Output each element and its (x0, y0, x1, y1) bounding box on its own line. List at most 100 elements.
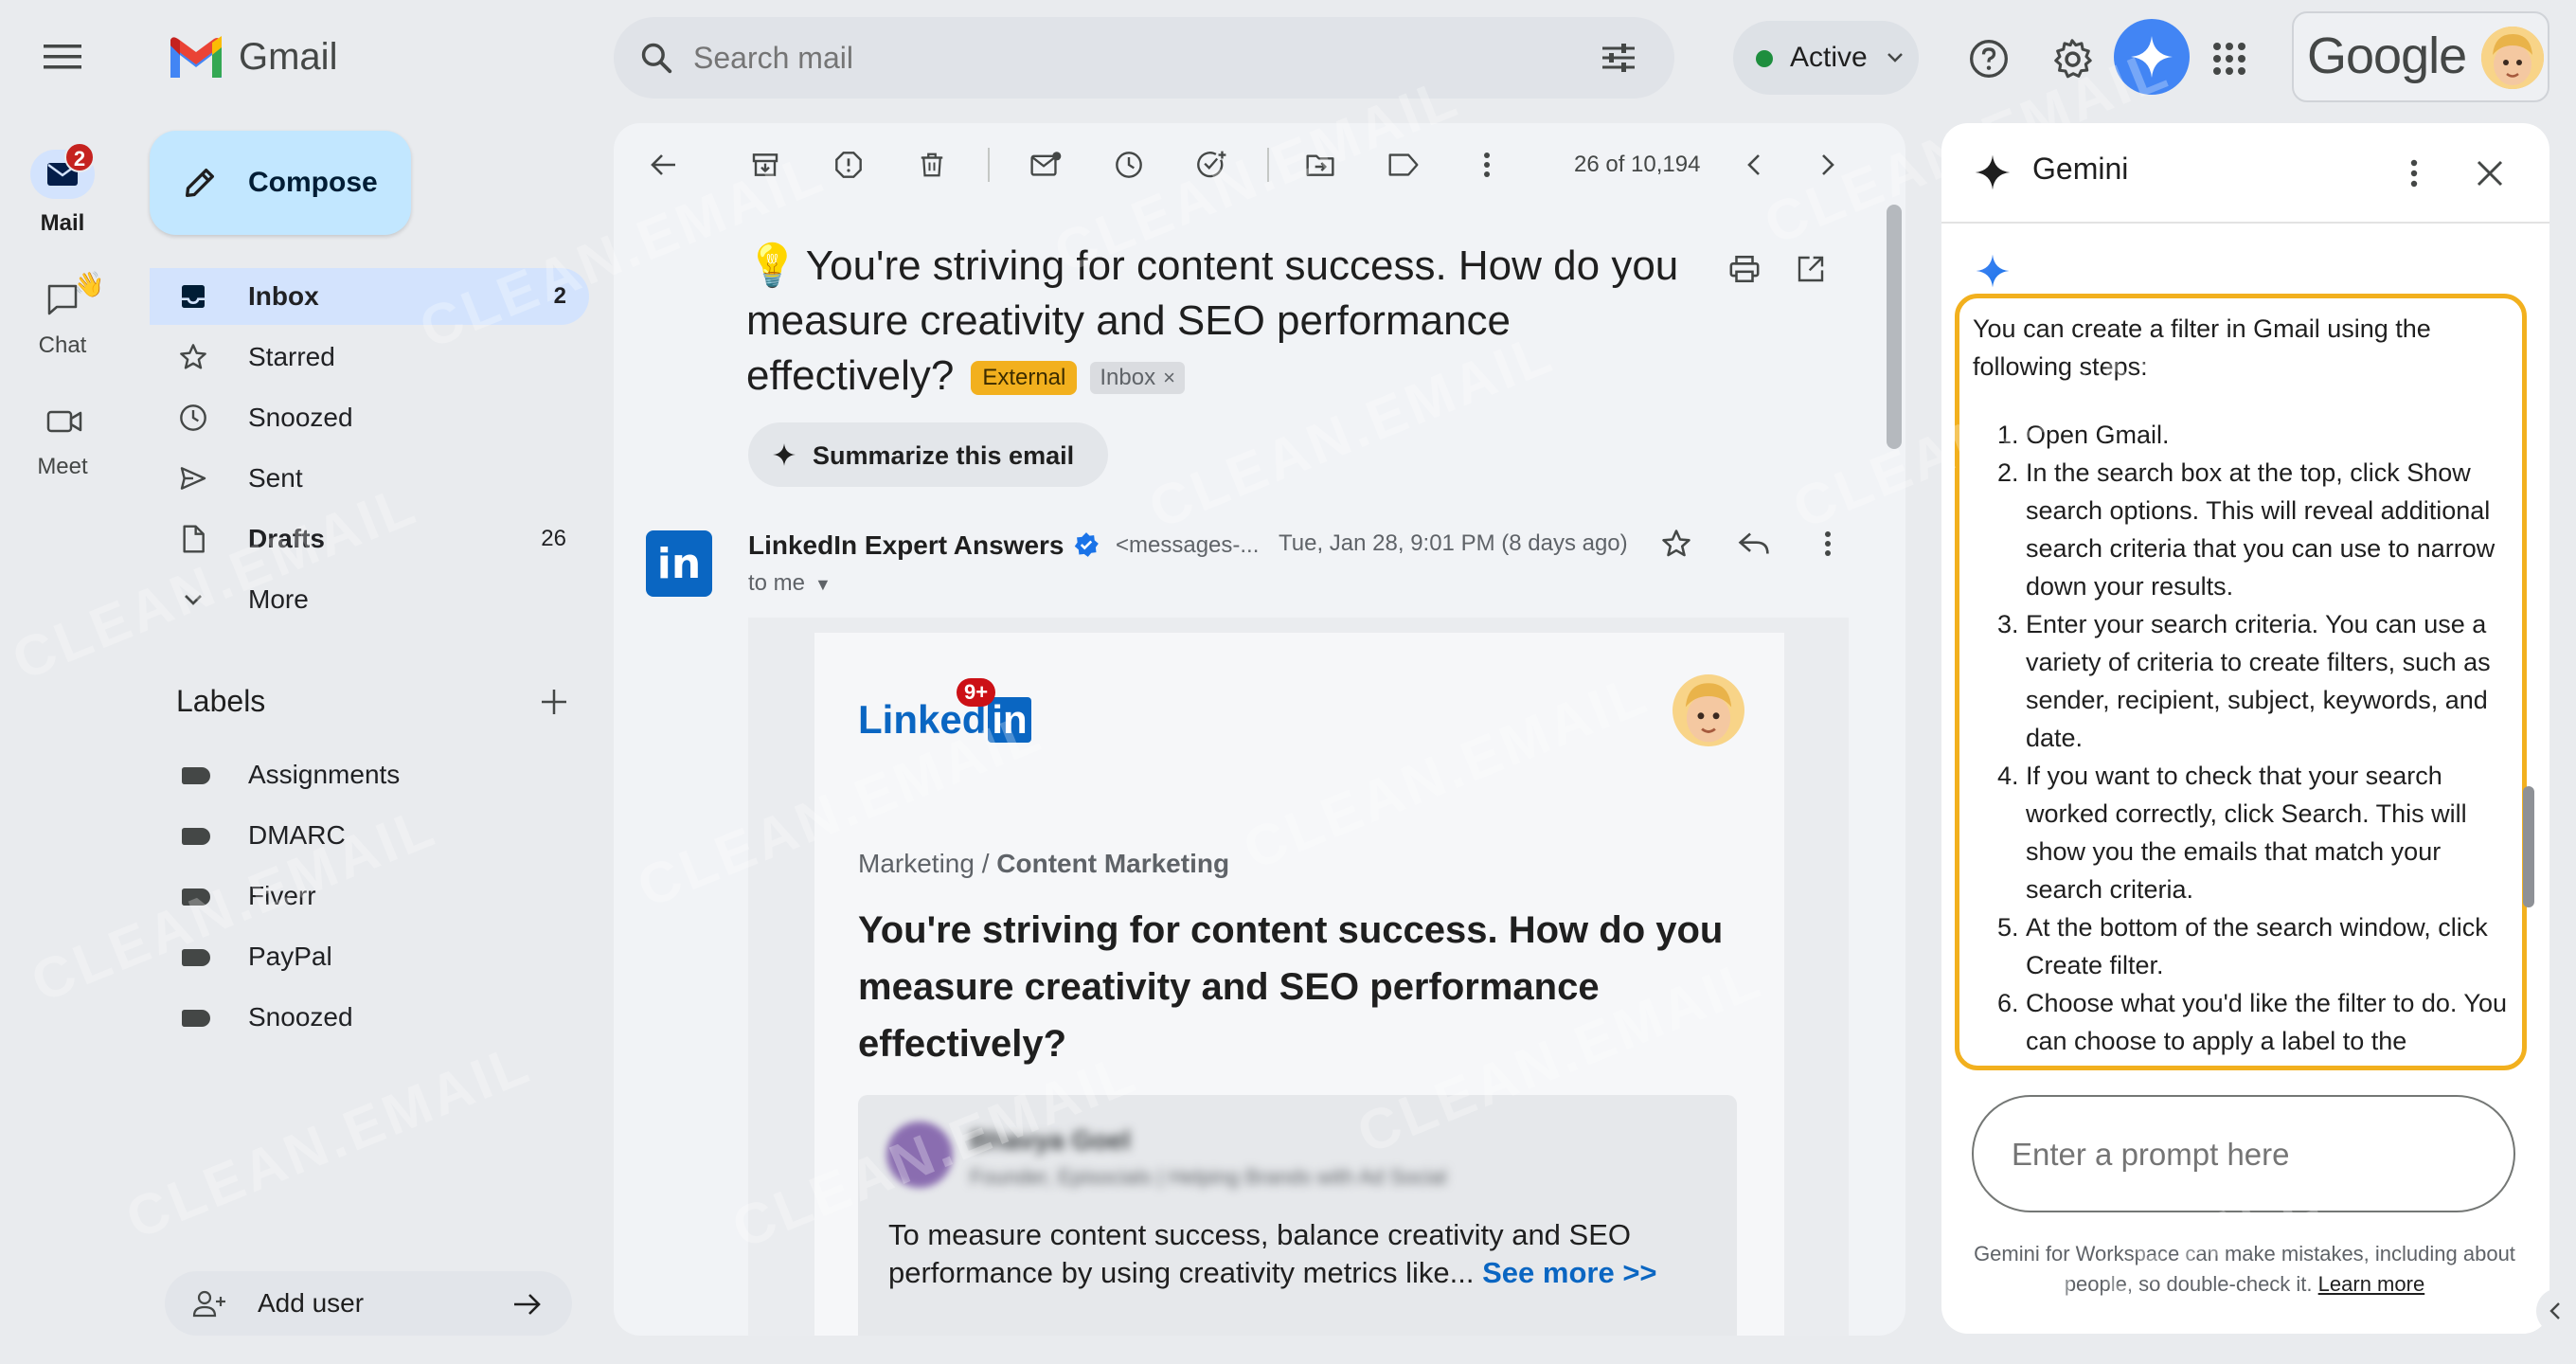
prompt-input[interactable] (2012, 1131, 2466, 1178)
status-label: Active (1790, 42, 1868, 73)
account-switcher[interactable]: Google (2292, 11, 2549, 102)
add-label-icon[interactable] (532, 680, 576, 724)
toolbar-divider (1267, 148, 1269, 182)
report-spam-icon[interactable] (828, 144, 869, 186)
toolbar-divider (988, 148, 990, 182)
scrollbar-thumb[interactable] (1887, 205, 1902, 449)
settings-icon[interactable] (2046, 32, 2099, 85)
reply-icon[interactable] (1733, 523, 1775, 565)
summarize-label: Summarize this email (813, 441, 1075, 470)
prev-page-icon[interactable] (1733, 144, 1775, 186)
rail-chat[interactable]: 👋 Chat (15, 270, 110, 365)
label-text: PayPal (248, 942, 332, 971)
subject-text: You're striving for content success. How… (746, 242, 1679, 399)
label-item[interactable]: PayPal (150, 930, 589, 983)
step-item: If you want to check that your search wo… (2026, 757, 2509, 908)
response-content: You can create a filter in Gmail using t… (1973, 310, 2509, 1060)
compose-button[interactable]: Compose (150, 131, 411, 235)
label-item[interactable]: Assignments (150, 748, 589, 801)
help-icon[interactable] (1962, 32, 2015, 85)
mark-unread-icon[interactable] (1025, 144, 1066, 186)
nav-more[interactable]: More (150, 571, 589, 628)
nav-snoozed[interactable]: Snoozed (150, 389, 589, 446)
watermark: CLEAN.EMAIL (116, 1031, 541, 1251)
see-more-link[interactable]: See more >> (1482, 1256, 1656, 1289)
learn-more-link[interactable]: Learn more (2318, 1272, 2425, 1296)
search-input[interactable] (693, 34, 1546, 81)
labels-heading: Labels (176, 684, 266, 718)
step-item: In the search box at the top, click Show… (2026, 454, 2509, 605)
summarize-email-button[interactable]: Summarize this email (748, 422, 1108, 487)
move-to-icon[interactable] (1299, 144, 1341, 186)
snooze-icon[interactable] (1108, 144, 1150, 186)
apps-grid-icon[interactable] (2203, 32, 2256, 85)
to-line[interactable]: to me ▼ (748, 570, 832, 597)
newsletter-headline[interactable]: You're striving for content success. How… (858, 902, 1748, 1072)
arrow-right-icon (510, 1286, 546, 1322)
newsletter-avatar (1673, 674, 1744, 746)
rail-mail[interactable]: 2 Mail (15, 142, 110, 237)
disclaimer-text: Gemini for Workspace can make mistakes, … (1974, 1242, 2515, 1296)
label-text: Assignments (248, 760, 401, 789)
sender-avatar[interactable]: in (646, 530, 712, 597)
delete-icon[interactable] (911, 144, 953, 186)
gemini-response-sparkle-icon (1972, 250, 2013, 292)
archive-icon[interactable] (744, 144, 786, 186)
panel-divider (1941, 222, 2549, 224)
avatar[interactable] (2481, 27, 2544, 89)
inbox-tag[interactable]: Inbox × (1090, 362, 1185, 395)
email-date: Tue, Jan 28, 9:01 PM (8 days ago) (1279, 530, 1628, 556)
more-vert-icon[interactable] (2392, 152, 2436, 195)
label-item[interactable]: Fiverr (150, 870, 589, 923)
status-selector[interactable]: Active (1733, 21, 1919, 95)
prompt-box[interactable] (1972, 1095, 2515, 1212)
sender-name[interactable]: LinkedIn Expert Answers (748, 530, 1064, 561)
next-page-icon[interactable] (1807, 144, 1849, 186)
gmail-logo[interactable]: Gmail (167, 28, 337, 85)
search-bar[interactable] (614, 17, 1674, 99)
answer-author: Bhavya Goel (970, 1125, 1131, 1155)
open-new-window-icon[interactable] (1790, 248, 1832, 290)
label-item[interactable]: Snoozed (150, 991, 589, 1044)
rail-meet[interactable]: Meet (15, 393, 110, 488)
label-item[interactable]: DMARC (150, 809, 589, 862)
search-icon[interactable] (633, 34, 680, 81)
gemini-scrollbar-thumb[interactable] (2523, 786, 2534, 907)
meet-label: Meet (37, 454, 88, 479)
close-icon[interactable] (2468, 152, 2512, 195)
label-icon[interactable] (1383, 144, 1424, 186)
nav-starred[interactable]: Starred (150, 329, 589, 386)
nav-label: Inbox (248, 281, 319, 311)
notification-badge: 9+ (957, 678, 996, 707)
add-task-icon[interactable] (1191, 144, 1233, 186)
answer-card[interactable]: Bhavya Goel Founder, Episocials | Helpin… (858, 1095, 1737, 1336)
label-text: Fiverr (248, 881, 316, 910)
mail-label: Mail (40, 210, 85, 236)
nav-inbox[interactable]: Inbox 2 (150, 268, 589, 325)
gemini-button[interactable] (2114, 19, 2190, 95)
search-options-icon[interactable] (1595, 34, 1642, 81)
linkedin-logo[interactable]: Linked in (858, 697, 1031, 743)
print-icon[interactable] (1724, 248, 1765, 290)
breadcrumb-subcategory[interactable]: Content Marketing (996, 849, 1229, 878)
step-item: At the bottom of the search window, clic… (2026, 908, 2509, 984)
collapse-panel-icon[interactable] (2536, 1288, 2574, 1334)
main-menu-icon[interactable] (34, 28, 91, 85)
star-icon[interactable] (1655, 523, 1697, 565)
google-logo: Google (2307, 27, 2467, 84)
label-tag-icon (182, 1010, 210, 1027)
nav-drafts[interactable]: Drafts 26 (150, 511, 589, 567)
nav-sent[interactable]: Sent (150, 450, 589, 507)
more-vert-icon[interactable] (1807, 523, 1849, 565)
back-arrow-icon[interactable] (642, 144, 684, 186)
response-steps: Open Gmail. In the search box at the top… (1973, 416, 2509, 1060)
add-person-icon (191, 1286, 227, 1322)
draft-icon (178, 524, 208, 554)
more-vert-icon[interactable] (1466, 144, 1508, 186)
breadcrumb-category[interactable]: Marketing (858, 849, 975, 878)
inbox-tag-label: Inbox (1100, 365, 1156, 391)
newsletter-card: Linked in 9+ Marketing / Content Marketin… (814, 633, 1784, 1336)
add-user-button[interactable]: Add user (165, 1271, 572, 1336)
gemini-sparkle-icon (1970, 150, 2015, 195)
remove-tag-icon[interactable]: × (1163, 366, 1175, 389)
